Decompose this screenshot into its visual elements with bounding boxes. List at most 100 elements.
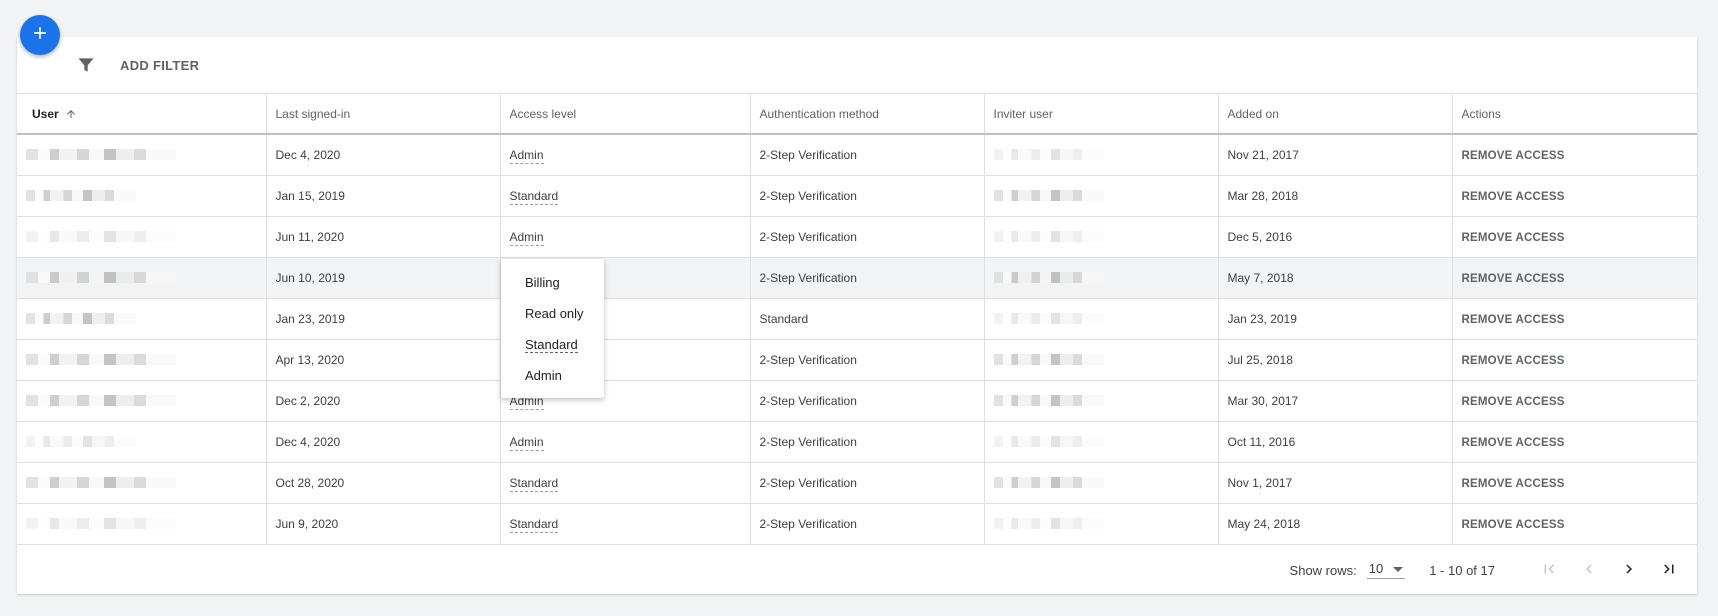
access-level-cell[interactable]: Admin — [500, 216, 751, 258]
inviter-user-cell — [984, 380, 1219, 422]
actions-cell: REMOVE ACCESS — [1452, 134, 1697, 176]
access-level-cell[interactable]: Standard — [500, 462, 751, 504]
table-row[interactable]: Jan 23, 2019 Standard Jan 23, 2019 REMOV… — [17, 298, 1697, 340]
redacted-inviter — [993, 231, 1104, 242]
menu-item-billing[interactable]: Billing — [501, 267, 604, 298]
remove-access-button[interactable]: REMOVE ACCESS — [1462, 191, 1565, 203]
menu-item-read-only[interactable]: Read only — [501, 298, 604, 329]
last-signed-in-cell: Jun 11, 2020 — [266, 216, 501, 258]
table-row[interactable]: Dec 4, 2020 Admin 2-Step Verification No… — [17, 134, 1697, 176]
previous-page-button[interactable] — [1573, 554, 1605, 586]
column-header-added-on[interactable]: Added on — [1218, 94, 1453, 135]
remove-access-button[interactable]: REMOVE ACCESS — [1462, 519, 1565, 531]
access-level-cell[interactable]: Standard — [500, 175, 751, 217]
access-level-cell[interactable]: Admin — [500, 134, 751, 176]
filter-bar: ADD FILTER — [17, 37, 1697, 94]
access-level-value[interactable]: Standard — [509, 516, 559, 533]
column-header-user[interactable]: User — [17, 94, 267, 135]
auth-method-cell: 2-Step Verification — [750, 257, 985, 299]
page-range: 1 - 10 of 17 — [1429, 562, 1495, 578]
table-row[interactable]: Dec 4, 2020 Admin 2-Step Verification Oc… — [17, 421, 1697, 463]
redacted-user — [26, 436, 136, 447]
auth-method-cell: Standard — [750, 298, 985, 340]
auth-method-cell: 2-Step Verification — [750, 503, 985, 545]
last-page-icon — [1660, 560, 1678, 581]
auth-method-cell: 2-Step Verification — [750, 380, 985, 422]
redacted-inviter — [993, 477, 1104, 488]
user-cell — [17, 421, 267, 463]
remove-access-button[interactable]: REMOVE ACCESS — [1462, 314, 1565, 326]
last-signed-in-cell: Jan 23, 2019 — [266, 298, 501, 340]
inviter-user-cell — [984, 134, 1219, 176]
pagination-bar: Show rows: 10 1 - 10 of 17 — [17, 546, 1697, 594]
rows-per-page-select[interactable]: 10 — [1366, 561, 1406, 579]
added-on-cell: May 7, 2018 — [1218, 257, 1453, 299]
table-row[interactable]: Apr 13, 2020 2-Step Verification Jul 25,… — [17, 339, 1697, 381]
next-page-button[interactable] — [1613, 554, 1645, 586]
plus-icon — [30, 23, 50, 48]
actions-cell: REMOVE ACCESS — [1452, 503, 1697, 545]
auth-method-cell: 2-Step Verification — [750, 339, 985, 381]
actions-cell: REMOVE ACCESS — [1452, 339, 1697, 381]
table-row[interactable]: Jun 10, 2019 2-Step Verification May 7, … — [17, 257, 1697, 299]
column-header-inviter-user[interactable]: Inviter user — [984, 94, 1219, 135]
inviter-user-cell — [984, 421, 1219, 463]
add-user-button[interactable] — [20, 15, 60, 55]
user-cell — [17, 257, 267, 299]
users-card: ADD FILTER User Last signed-in Access le… — [17, 37, 1697, 594]
redacted-user — [26, 477, 176, 488]
access-level-cell[interactable]: Standard — [500, 503, 751, 545]
filter-icon[interactable] — [74, 53, 98, 77]
redacted-inviter — [993, 436, 1104, 447]
table-row[interactable]: Jun 9, 2020 Standard 2-Step Verification… — [17, 503, 1697, 545]
user-cell — [17, 462, 267, 504]
remove-access-button[interactable]: REMOVE ACCESS — [1462, 355, 1565, 367]
remove-access-button[interactable]: REMOVE ACCESS — [1462, 437, 1565, 449]
remove-access-button[interactable]: REMOVE ACCESS — [1462, 150, 1565, 162]
remove-access-button[interactable]: REMOVE ACCESS — [1462, 478, 1565, 490]
caret-down-icon — [1383, 564, 1404, 574]
user-cell — [17, 503, 267, 545]
menu-item-label: Standard — [525, 336, 578, 353]
access-level-value[interactable]: Standard — [509, 188, 559, 205]
added-on-cell: Mar 28, 2018 — [1218, 175, 1453, 217]
menu-item-label: Billing — [525, 275, 560, 290]
added-on-cell: Nov 1, 2017 — [1218, 462, 1453, 504]
access-level-value[interactable]: Standard — [509, 475, 559, 492]
users-table: User Last signed-in Access level Authent… — [17, 94, 1697, 545]
table-row[interactable]: Oct 28, 2020 Standard 2-Step Verificatio… — [17, 462, 1697, 504]
remove-access-button[interactable]: REMOVE ACCESS — [1462, 232, 1565, 244]
remove-access-button[interactable]: REMOVE ACCESS — [1462, 396, 1565, 408]
redacted-user — [26, 272, 176, 283]
redacted-user — [26, 190, 136, 201]
column-header-access-level[interactable]: Access level — [500, 94, 751, 135]
last-signed-in-cell: Oct 28, 2020 — [266, 462, 501, 504]
chevron-right-icon — [1620, 560, 1638, 581]
menu-item-admin[interactable]: Admin — [501, 360, 604, 391]
actions-cell: REMOVE ACCESS — [1452, 216, 1697, 258]
redacted-user — [26, 395, 176, 406]
access-level-cell[interactable]: Admin — [500, 421, 751, 463]
auth-method-cell: 2-Step Verification — [750, 421, 985, 463]
table-row[interactable]: Jan 15, 2019 Standard 2-Step Verificatio… — [17, 175, 1697, 217]
column-header-last-signed-in[interactable]: Last signed-in — [266, 94, 501, 135]
show-rows-label: Show rows: — [1289, 562, 1357, 578]
last-page-button[interactable] — [1653, 554, 1685, 586]
access-level-value[interactable]: Admin — [509, 229, 544, 246]
auth-method-cell: 2-Step Verification — [750, 134, 985, 176]
rows-per-page-value: 10 — [1368, 561, 1384, 576]
redacted-inviter — [993, 354, 1104, 365]
table-row[interactable]: Dec 2, 2020 Admin 2-Step Verification Ma… — [17, 380, 1697, 422]
menu-item-standard[interactable]: Standard — [501, 329, 604, 360]
access-level-value[interactable]: Admin — [509, 147, 544, 164]
actions-cell: REMOVE ACCESS — [1452, 380, 1697, 422]
actions-cell: REMOVE ACCESS — [1452, 462, 1697, 504]
add-filter-button[interactable]: ADD FILTER — [120, 58, 199, 73]
access-level-value[interactable]: Admin — [509, 434, 544, 451]
column-header-auth-method[interactable]: Authentication method — [750, 94, 985, 135]
first-page-button[interactable] — [1533, 554, 1565, 586]
redacted-inviter — [993, 190, 1104, 201]
table-row[interactable]: Jun 11, 2020 Admin 2-Step Verification D… — [17, 216, 1697, 258]
remove-access-button[interactable]: REMOVE ACCESS — [1462, 273, 1565, 285]
user-cell — [17, 380, 267, 422]
